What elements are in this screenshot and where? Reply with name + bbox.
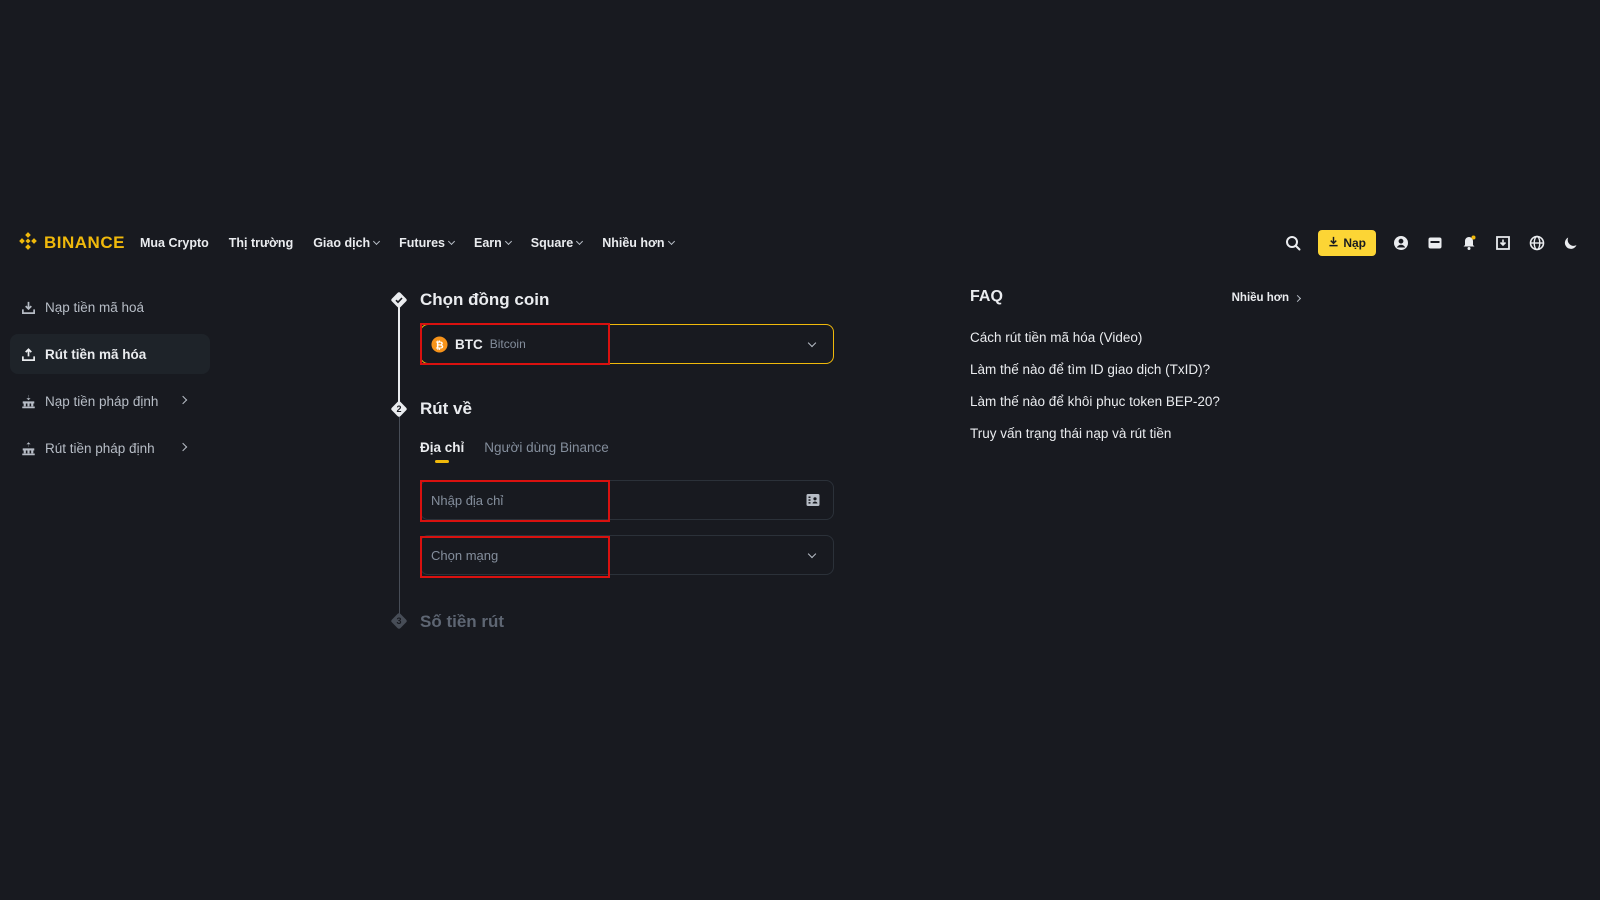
bank-icon (20, 440, 36, 456)
nav-mua-crypto[interactable]: Mua Crypto (140, 236, 209, 250)
network-placeholder: Chọn mạng (431, 547, 499, 563)
top-nav-bar: BINANCE Mua Crypto Thị trường Giao dịch … (0, 220, 1600, 266)
address-field[interactable]: Nhập địa chỉ (420, 480, 834, 520)
coin-select[interactable]: ₿ BTC Bitcoin (420, 324, 834, 364)
coin-name: Bitcoin (489, 337, 526, 351)
chevron-down-icon (447, 237, 456, 246)
step-2-title: Rút về (420, 399, 472, 418)
svg-text:₿: ₿ (435, 339, 443, 351)
chevron-down-icon (504, 237, 512, 246)
moon-icon[interactable] (1562, 234, 1580, 252)
binance-logo-icon (18, 231, 38, 256)
nav-square[interactable]: Square (531, 236, 584, 250)
withdraw-target-tabs: Địa chỉ Người dùng Binance (420, 440, 609, 463)
coin-symbol: BTC (455, 336, 483, 352)
step-1-title: Chọn đồng coin (420, 290, 550, 309)
nav-nhieu-hon[interactable]: Nhiều hơn (602, 236, 675, 250)
address-input[interactable]: Nhập địa chỉ (431, 481, 503, 519)
header-tools: Nạp (1284, 220, 1580, 266)
download-icon (1328, 236, 1339, 250)
sidebar-item-rut-tien-phap-dinh[interactable]: Rút tiền pháp định (10, 428, 210, 468)
nav-earn[interactable]: Earn (474, 236, 512, 250)
chevron-down-icon (807, 338, 817, 348)
globe-icon[interactable] (1528, 234, 1546, 252)
step-line-pending (398, 416, 400, 614)
bank-icon (20, 393, 36, 409)
chevron-down-icon (576, 237, 584, 246)
tab-nguoi-dung-binance[interactable]: Người dùng Binance (484, 440, 608, 463)
faq-link[interactable]: Làm thế nào để khôi phục token BEP-20? (970, 394, 1300, 409)
faq-link[interactable]: Truy vấn trạng thái nạp và rút tiền (970, 426, 1300, 441)
network-select[interactable]: Chọn mạng (420, 535, 834, 575)
wallet-icon[interactable] (1426, 234, 1444, 252)
step-line-completed (398, 306, 400, 402)
user-icon[interactable] (1392, 234, 1410, 252)
chevron-right-icon (1293, 294, 1302, 302)
chevron-down-icon (373, 237, 381, 246)
bitcoin-icon: ₿ (431, 335, 448, 353)
download-app-icon[interactable] (1494, 234, 1512, 252)
sidebar-item-nap-tien-phap-dinh[interactable]: Nạp tiền pháp định (10, 381, 210, 421)
faq-link[interactable]: Cách rút tiền mã hóa (Video) (970, 330, 1300, 345)
nav-thi-truong[interactable]: Thị trường (229, 236, 293, 250)
search-icon[interactable] (1284, 234, 1302, 252)
binance-logo-text: BINANCE (44, 233, 125, 252)
chevron-right-icon (178, 395, 188, 405)
sidebar: Nạp tiền mã hoá Rút tiền mã hóa Nạp tiền… (10, 287, 210, 475)
faq-link[interactable]: Làm thế nào để tìm ID giao dịch (TxID)? (970, 362, 1300, 377)
chevron-down-icon (807, 549, 817, 559)
sidebar-item-rut-tien-ma-hoa[interactable]: Rút tiền mã hóa (10, 334, 210, 374)
faq-panel: FAQ Nhiều hơn Cách rút tiền mã hóa (Vide… (970, 288, 1302, 441)
deposit-button[interactable]: Nạp (1318, 230, 1376, 256)
chevron-down-icon (667, 237, 675, 246)
main-nav: Mua Crypto Thị trường Giao dịch Futures … (140, 220, 675, 266)
binance-logo[interactable]: BINANCE (18, 230, 125, 256)
chevron-right-icon (178, 442, 188, 452)
sidebar-item-nap-tien-ma-hoa[interactable]: Nạp tiền mã hoá (10, 287, 210, 327)
bell-icon[interactable] (1460, 234, 1478, 252)
faq-more-link[interactable]: Nhiều hơn (1232, 292, 1302, 304)
check-icon (395, 297, 403, 304)
nav-futures[interactable]: Futures (399, 236, 456, 250)
step-3-title: Số tiền rút (420, 612, 505, 631)
upload-icon (20, 346, 36, 362)
tab-dia-chi[interactable]: Địa chỉ (420, 440, 464, 463)
download-icon (20, 299, 36, 315)
address-book-icon[interactable] (806, 493, 820, 507)
nav-giao-dich[interactable]: Giao dịch (313, 236, 381, 250)
